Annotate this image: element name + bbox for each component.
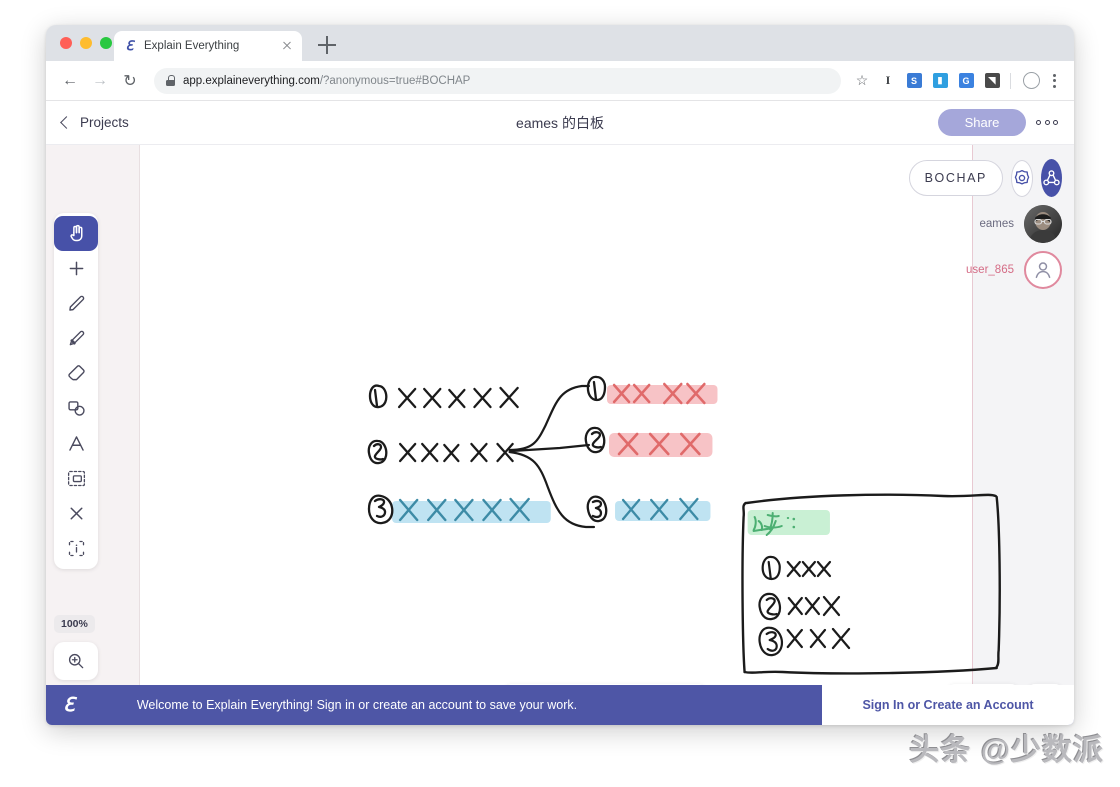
note-items-ink xyxy=(758,555,851,657)
close-window-button[interactable] xyxy=(60,37,72,49)
peer-user-865[interactable]: user_865 xyxy=(912,251,1062,289)
google-translate-extension-icon[interactable]: G xyxy=(955,70,977,92)
back-label: Projects xyxy=(80,115,129,130)
explain-everything-icon: ℇ xyxy=(125,38,134,53)
collaborators-icon[interactable] xyxy=(1041,159,1062,197)
zoom-level-label: 100% xyxy=(54,615,95,633)
minimize-window-button[interactable] xyxy=(80,37,92,49)
screenshot-root: ℇ Explain Everything ← → ↻ app.explainev… xyxy=(0,0,1120,787)
text-format-extension-icon[interactable]: I xyxy=(877,70,899,92)
close-icon[interactable] xyxy=(280,39,294,53)
screenshot-extension-icon[interactable]: ◥ xyxy=(981,70,1003,92)
select-tool[interactable] xyxy=(54,461,98,496)
watermark: 头条 @少数派 xyxy=(909,734,1104,767)
back-button[interactable]: ← xyxy=(56,67,84,95)
address-bar[interactable]: app.explaineverything.com/?anonymous=tru… xyxy=(154,67,841,94)
zoom-in-button[interactable] xyxy=(54,642,98,680)
scribd-extension-icon[interactable]: S xyxy=(903,70,925,92)
browser-tab[interactable]: ℇ Explain Everything xyxy=(114,31,302,61)
explain-everything-app: Projects eames 的白板 Share 100% BOCHAP eam… xyxy=(46,101,1074,725)
chevron-left-icon xyxy=(60,116,73,129)
url-domain: app.explaineverything.com xyxy=(183,74,320,87)
lock-icon xyxy=(166,75,175,86)
url-text: app.explaineverything.com/?anonymous=tru… xyxy=(183,75,470,87)
app-header: Projects eames 的白板 Share xyxy=(46,101,1074,145)
peer-name: user_865 xyxy=(966,264,1014,276)
right-group-ink xyxy=(584,375,608,523)
shapes-tool[interactable] xyxy=(54,391,98,426)
text-tool[interactable] xyxy=(54,426,98,461)
signin-banner: ℇ Welcome to Explain Everything! Sign in… xyxy=(46,685,1074,725)
bookmark-star-icon[interactable]: ☆ xyxy=(851,72,873,89)
explain-everything-logo: ℇ xyxy=(63,694,75,716)
profile-avatar-icon[interactable] xyxy=(1020,70,1042,92)
back-to-projects-button[interactable]: Projects xyxy=(46,115,129,130)
url-path: /?anonymous=true#BOCHAP xyxy=(319,74,471,87)
collaboration-panel: BOCHAP eames user_865 xyxy=(908,159,1062,289)
avatar xyxy=(1024,251,1062,289)
add-tool[interactable] xyxy=(54,251,98,286)
toolbar-divider xyxy=(1010,72,1011,89)
header-actions: Share xyxy=(938,109,1074,136)
inspect-tool[interactable] xyxy=(54,531,98,566)
reload-button[interactable]: ↻ xyxy=(116,67,144,95)
banner-message: Welcome to Explain Everything! Sign in o… xyxy=(136,698,578,712)
tool-palette xyxy=(54,213,98,569)
clear-tool[interactable] xyxy=(54,496,98,531)
browser-tab-strip: ℇ Explain Everything xyxy=(46,25,1074,61)
peer-name: eames xyxy=(979,218,1014,230)
tab-title: Explain Everything xyxy=(144,40,240,52)
board-title: eames 的白板 xyxy=(516,114,604,131)
room-code-pill[interactable]: BOCHAP xyxy=(908,160,1003,196)
peer-eames[interactable]: eames xyxy=(912,205,1062,243)
browser-menu-icon[interactable] xyxy=(1044,73,1064,88)
sign-in-button[interactable]: Sign In or Create an Account xyxy=(822,685,1074,725)
share-button[interactable]: Share xyxy=(938,109,1026,136)
window-controls xyxy=(60,37,112,49)
left-rail: 100% xyxy=(46,145,140,725)
whiteboard-canvas[interactable]: BOCHAP eames user_865 xyxy=(140,145,1074,725)
eraser-tool[interactable] xyxy=(54,356,98,391)
highlighter-tool[interactable] xyxy=(54,321,98,356)
collab-top-row: BOCHAP xyxy=(908,159,1062,197)
hand-tool[interactable] xyxy=(54,216,98,251)
browser-window: ℇ Explain Everything ← → ↻ app.explainev… xyxy=(46,25,1074,725)
browser-toolbar: ← → ↻ app.explaineverything.com/?anonymo… xyxy=(46,61,1074,101)
avatar xyxy=(1024,205,1062,243)
gear-icon[interactable] xyxy=(1011,159,1033,197)
app-body: 100% BOCHAP eames user_865 xyxy=(46,145,1074,725)
maximize-window-button[interactable] xyxy=(100,37,112,49)
forward-button[interactable]: → xyxy=(86,67,114,95)
new-tab-button[interactable] xyxy=(318,36,336,54)
pen-tool[interactable] xyxy=(54,286,98,321)
lastpass-extension-icon[interactable]: ▮ xyxy=(929,70,951,92)
more-options-icon[interactable] xyxy=(1036,120,1058,125)
